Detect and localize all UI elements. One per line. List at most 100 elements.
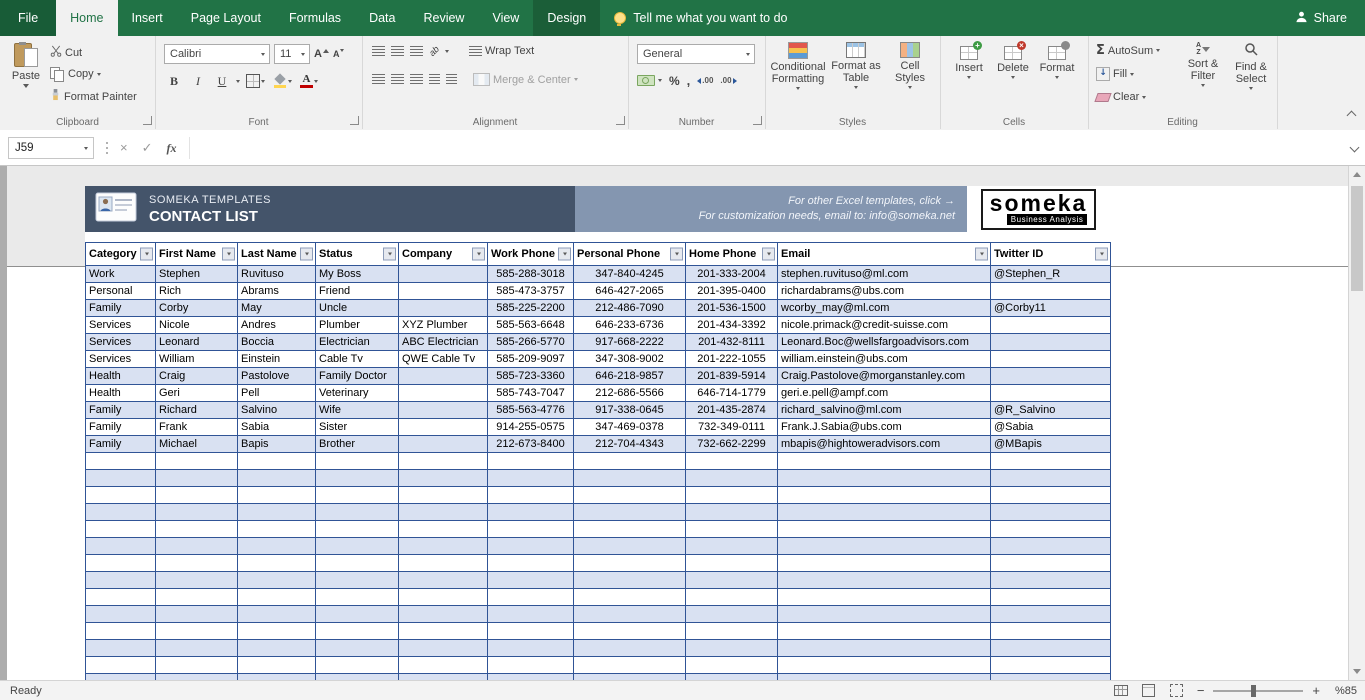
cell[interactable]: 585-266-5770 bbox=[487, 333, 574, 351]
accounting-format-button[interactable] bbox=[637, 75, 662, 86]
cell[interactable] bbox=[990, 537, 1111, 555]
filter-button[interactable] bbox=[300, 247, 313, 261]
align-top-icon[interactable] bbox=[372, 45, 385, 57]
cell[interactable]: Uncle bbox=[315, 299, 399, 317]
cell[interactable] bbox=[398, 367, 488, 385]
name-box[interactable]: J59 bbox=[8, 136, 94, 159]
cell[interactable] bbox=[573, 520, 686, 538]
cell[interactable]: 585-473-3757 bbox=[487, 282, 574, 300]
cell[interactable] bbox=[777, 486, 991, 504]
cell[interactable] bbox=[990, 656, 1111, 674]
cell[interactable] bbox=[155, 571, 238, 589]
cell[interactable] bbox=[777, 656, 991, 674]
cell[interactable]: 201-432-8111 bbox=[685, 333, 778, 351]
underline-button[interactable]: U bbox=[212, 72, 232, 90]
cell[interactable]: William bbox=[155, 350, 238, 368]
cell[interactable] bbox=[487, 486, 574, 504]
cell[interactable]: Leonard.Boc@wellsfargoadvisors.com bbox=[777, 333, 991, 351]
cell[interactable]: Frank.J.Sabia@ubs.com bbox=[777, 418, 991, 436]
align-left-icon[interactable] bbox=[372, 74, 385, 85]
cell[interactable] bbox=[237, 605, 316, 623]
cell[interactable]: 212-673-8400 bbox=[487, 435, 574, 453]
cell[interactable]: 212-486-7090 bbox=[573, 299, 686, 317]
merge-center-button[interactable]: Merge & Center bbox=[473, 73, 578, 86]
cell[interactable] bbox=[85, 588, 156, 606]
cell[interactable] bbox=[398, 384, 488, 402]
cell[interactable] bbox=[685, 537, 778, 555]
cell[interactable]: Services bbox=[85, 333, 156, 351]
cell[interactable]: @Sabia bbox=[990, 418, 1111, 436]
zoom-in-button[interactable]: + bbox=[1309, 683, 1323, 698]
share-button[interactable]: Share bbox=[1277, 0, 1365, 36]
cell[interactable]: Pell bbox=[237, 384, 316, 402]
cell[interactable]: Craig bbox=[155, 367, 238, 385]
cell[interactable]: 585-225-2200 bbox=[487, 299, 574, 317]
cell[interactable] bbox=[155, 452, 238, 470]
cell[interactable] bbox=[315, 639, 399, 657]
cell[interactable]: Electrician bbox=[315, 333, 399, 351]
cell[interactable] bbox=[990, 571, 1111, 589]
cell[interactable]: Family Doctor bbox=[315, 367, 399, 385]
cell[interactable] bbox=[237, 452, 316, 470]
cell[interactable] bbox=[155, 656, 238, 674]
cell[interactable]: Health bbox=[85, 384, 156, 402]
cell[interactable]: Wife bbox=[315, 401, 399, 419]
cell[interactable] bbox=[85, 622, 156, 640]
cell[interactable] bbox=[315, 486, 399, 504]
cell[interactable] bbox=[487, 605, 574, 623]
cell[interactable] bbox=[777, 452, 991, 470]
cell[interactable] bbox=[487, 469, 574, 487]
cell[interactable]: 201-222-1055 bbox=[685, 350, 778, 368]
cell[interactable] bbox=[315, 452, 399, 470]
decrease-font-size-button[interactable]: A bbox=[333, 48, 345, 60]
scroll-up-button[interactable] bbox=[1349, 166, 1365, 183]
cell[interactable]: Nicole bbox=[155, 316, 238, 334]
clear-button[interactable]: Clear bbox=[1094, 91, 1147, 103]
underline-dropdown[interactable] bbox=[236, 79, 240, 83]
cell[interactable] bbox=[398, 605, 488, 623]
bold-button[interactable]: B bbox=[164, 72, 184, 90]
cell[interactable]: Einstein bbox=[237, 350, 316, 368]
cell[interactable]: 585-288-3018 bbox=[487, 265, 574, 283]
cell[interactable]: Personal bbox=[85, 282, 156, 300]
cell[interactable] bbox=[685, 520, 778, 538]
cell[interactable]: Brother bbox=[315, 435, 399, 453]
cell[interactable]: mbapis@hightoweradvisors.com bbox=[777, 435, 991, 453]
tab-page-layout[interactable]: Page Layout bbox=[177, 0, 275, 36]
cell[interactable] bbox=[685, 452, 778, 470]
formula-bar-splitter[interactable] bbox=[106, 146, 108, 149]
filter-button[interactable] bbox=[762, 247, 775, 261]
cell[interactable] bbox=[990, 605, 1111, 623]
cell[interactable]: 212-686-5566 bbox=[573, 384, 686, 402]
cell[interactable] bbox=[990, 452, 1111, 470]
align-middle-icon[interactable] bbox=[391, 45, 404, 57]
cell[interactable]: Stephen bbox=[155, 265, 238, 283]
cell[interactable] bbox=[777, 605, 991, 623]
tab-insert[interactable]: Insert bbox=[118, 0, 177, 36]
cell[interactable]: My Boss bbox=[315, 265, 399, 283]
cell[interactable]: 585-723-3360 bbox=[487, 367, 574, 385]
tab-design[interactable]: Design bbox=[533, 0, 601, 36]
paste-button[interactable]: Paste bbox=[6, 41, 46, 88]
cell[interactable]: 585-743-7047 bbox=[487, 384, 574, 402]
cell[interactable] bbox=[398, 588, 488, 606]
decrease-indent-icon[interactable] bbox=[429, 74, 440, 85]
cell[interactable] bbox=[487, 520, 574, 538]
cell[interactable] bbox=[573, 622, 686, 640]
cell[interactable]: Veterinary bbox=[315, 384, 399, 402]
cell[interactable]: May bbox=[237, 299, 316, 317]
cell[interactable] bbox=[990, 520, 1111, 538]
cell[interactable] bbox=[685, 588, 778, 606]
cell[interactable] bbox=[573, 588, 686, 606]
zoom-slider[interactable] bbox=[1213, 684, 1304, 697]
cell[interactable] bbox=[685, 656, 778, 674]
cell[interactable] bbox=[990, 350, 1111, 368]
cell[interactable] bbox=[155, 486, 238, 504]
cell[interactable]: 201-333-2004 bbox=[685, 265, 778, 283]
cell[interactable] bbox=[573, 639, 686, 657]
comma-style-button[interactable]: , bbox=[687, 73, 691, 88]
cell[interactable] bbox=[573, 537, 686, 555]
borders-button[interactable] bbox=[244, 72, 267, 90]
cell[interactable]: wcorby_may@ml.com bbox=[777, 299, 991, 317]
cut-button[interactable]: Cut bbox=[50, 45, 82, 60]
